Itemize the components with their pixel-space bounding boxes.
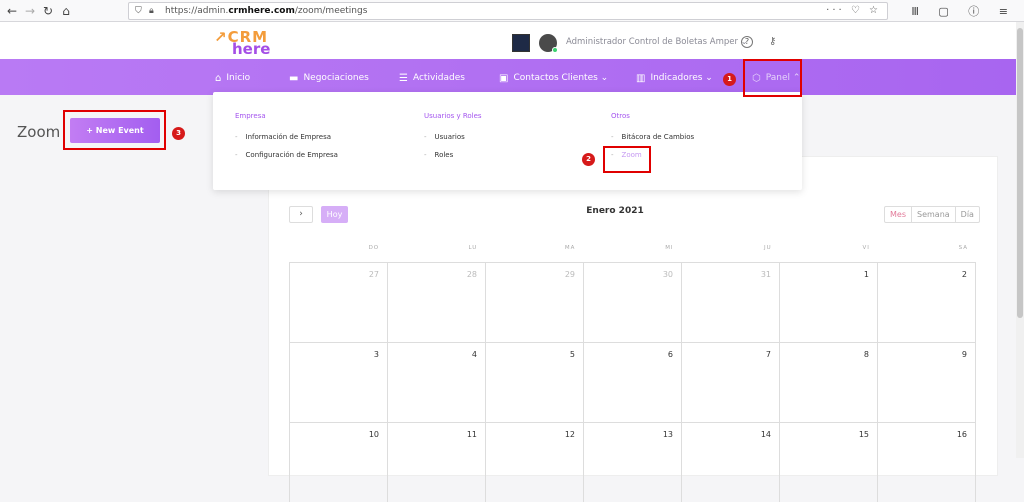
nav-item-actividades[interactable]: ☰ Actividades — [399, 71, 465, 85]
contact-card-icon: ▣ — [499, 72, 509, 84]
home-icon: ⌂ — [215, 72, 222, 84]
calendar-week: 27 28 29 30 31 1 2 — [289, 262, 976, 342]
url-path: /zoom/meetings — [294, 6, 368, 16]
url-prefix: https://admin. — [165, 6, 229, 16]
calendar-day-cell[interactable]: 12 — [485, 423, 583, 502]
calendar-day-cell[interactable]: 2 — [877, 263, 976, 342]
crmhere-logo[interactable]: ↗CRM here — [214, 28, 294, 58]
view-week-button[interactable]: Semana — [912, 207, 956, 222]
briefcase-icon: ▬ — [289, 72, 299, 84]
forward-icon[interactable]: → — [22, 3, 38, 19]
weekday-label: SA — [958, 245, 968, 251]
highlight-zoom — [603, 146, 651, 173]
calendar-day-cell[interactable]: 29 — [485, 263, 583, 342]
help-icon[interactable]: ? — [741, 36, 753, 48]
shield-icon: ⛉ — [135, 6, 142, 16]
home-icon[interactable]: ⌂ — [58, 3, 74, 19]
dropdown-column-empresa: Empresa - Información de Empresa - Configu… — [235, 112, 338, 169]
browser-toolbar: ← → ↻ ⌂ ⛉ 🔒︎ https://admin.crmhere.com/z… — [0, 0, 1024, 22]
nav-item-inicio[interactable]: ⌂ Inicio — [215, 71, 250, 85]
calendar-day-cell[interactable]: 15 — [779, 423, 877, 502]
view-day-button[interactable]: Día — [956, 207, 979, 222]
calendar-day-cell[interactable]: 14 — [681, 423, 779, 502]
calendar-day-cell[interactable]: 1 — [779, 263, 877, 342]
key-icon[interactable]: ⚷ — [769, 36, 776, 47]
calendar-day-cell[interactable]: 7 — [681, 343, 779, 422]
page-actions-icons[interactable]: ··· ♡ ☆ — [826, 3, 881, 19]
nav-label: Inicio — [226, 73, 251, 83]
scrollbar[interactable] — [1016, 22, 1024, 458]
nav-label: Negociaciones — [303, 73, 369, 83]
back-icon[interactable]: ← — [4, 3, 20, 19]
menu-item-informacion-empresa[interactable]: - Información de Empresa — [235, 133, 338, 141]
step-marker-3: 3 — [172, 127, 185, 140]
browser-menu-icons[interactable]: Ⅲ ▢ ⓘ ≡ — [911, 3, 1016, 19]
app-header — [0, 22, 1016, 59]
page-title: Zoom — [17, 123, 61, 141]
online-status-dot — [552, 47, 558, 53]
nav-item-contactos[interactable]: ▣ Contactos Clientes ⌄ — [499, 71, 608, 85]
highlight-panel — [743, 59, 802, 97]
menu-item-usuarios[interactable]: - Usuarios — [424, 133, 482, 141]
calendar-day-cell[interactable]: 4 — [387, 343, 485, 422]
calendar-grid: DO LU MA MI JU VI SA 27 28 29 30 31 1 2 … — [289, 240, 976, 502]
today-button[interactable]: Hoy — [321, 206, 348, 223]
menu-item-bitacora[interactable]: - Bitácora de Cambios — [611, 133, 694, 141]
nav-label: Contactos Clientes ⌄ — [513, 73, 609, 83]
menu-item-roles[interactable]: - Roles — [424, 151, 482, 159]
calendar-day-cell[interactable]: 3 — [289, 343, 387, 422]
scrollbar-thumb[interactable] — [1017, 28, 1023, 318]
calendar-view-switcher: Mes Semana Día — [884, 206, 980, 223]
url-domain: crmhere.com — [228, 6, 295, 16]
calendar-day-cell[interactable]: 16 — [877, 423, 976, 502]
calendar-day-cell[interactable]: 13 — [583, 423, 681, 502]
calendar-day-cell[interactable]: 9 — [877, 343, 976, 422]
nav-item-indicadores[interactable]: ▥ Indicadores ⌄ — [636, 71, 713, 85]
step-marker-2: 2 — [582, 153, 595, 166]
calendar-day-cell[interactable]: 31 — [681, 263, 779, 342]
weekday-label: JU — [764, 245, 772, 251]
weekday-label: MI — [665, 245, 674, 251]
dropdown-heading: Empresa — [235, 112, 266, 120]
calendar-day-cell[interactable]: 27 — [289, 263, 387, 342]
weekday-label: MA — [564, 245, 576, 251]
nav-label: Indicadores ⌄ — [650, 73, 713, 83]
reload-icon[interactable]: ↻ — [40, 3, 56, 19]
calendar-week: 10 11 12 13 14 15 16 — [289, 422, 976, 502]
bar-chart-icon: ▥ — [636, 72, 646, 84]
calendar-month-title: Enero 2021 — [586, 206, 644, 216]
company-avatar[interactable] — [512, 34, 530, 52]
dropdown-heading: Otros — [611, 112, 630, 120]
user-menu[interactable]: Administrador Control de Boletas Amper ⌄ — [566, 37, 748, 47]
list-icon: ☰ — [399, 72, 408, 84]
main-nav: ⌂ Inicio ▬ Negociaciones ☰ Actividades ▣… — [0, 59, 1016, 95]
calendar-day-cell[interactable]: 30 — [583, 263, 681, 342]
calendar-day-cell[interactable]: 10 — [289, 423, 387, 502]
calendar-day-cell[interactable]: 5 — [485, 343, 583, 422]
weekday-label: VI — [862, 245, 870, 251]
calendar-day-cell[interactable]: 8 — [779, 343, 877, 422]
menu-item-configuracion-empresa[interactable]: - Configuración de Empresa — [235, 151, 338, 159]
panel-dropdown-menu: Empresa - Información de Empresa - Configu… — [213, 92, 802, 190]
dropdown-column-usuarios: Usuarios y Roles - Usuarios - Roles — [424, 112, 482, 169]
lock-icon: 🔒︎ — [149, 6, 154, 16]
logo-line2: here — [232, 40, 271, 58]
nav-item-negociaciones[interactable]: ▬ Negociaciones — [289, 71, 369, 85]
weekday-label: LU — [468, 245, 478, 251]
step-marker-1: 1 — [723, 73, 736, 86]
address-bar[interactable]: ⛉ 🔒︎ https://admin.crmhere.com/zoom/meet… — [128, 2, 888, 20]
calendar-week: 3 4 5 6 7 8 9 — [289, 342, 976, 422]
weekday-header: DO LU MA MI JU VI SA — [289, 240, 976, 262]
next-month-button[interactable]: › — [289, 206, 313, 223]
highlight-new-event — [63, 110, 166, 150]
view-month-button[interactable]: Mes — [885, 207, 912, 222]
user-avatar[interactable] — [539, 34, 558, 53]
calendar-day-cell[interactable]: 28 — [387, 263, 485, 342]
weekday-label: DO — [368, 245, 380, 251]
dropdown-heading: Usuarios y Roles — [424, 112, 482, 120]
calendar-day-cell[interactable]: 11 — [387, 423, 485, 502]
nav-label: Actividades — [412, 73, 465, 83]
calendar-day-cell[interactable]: 6 — [583, 343, 681, 422]
